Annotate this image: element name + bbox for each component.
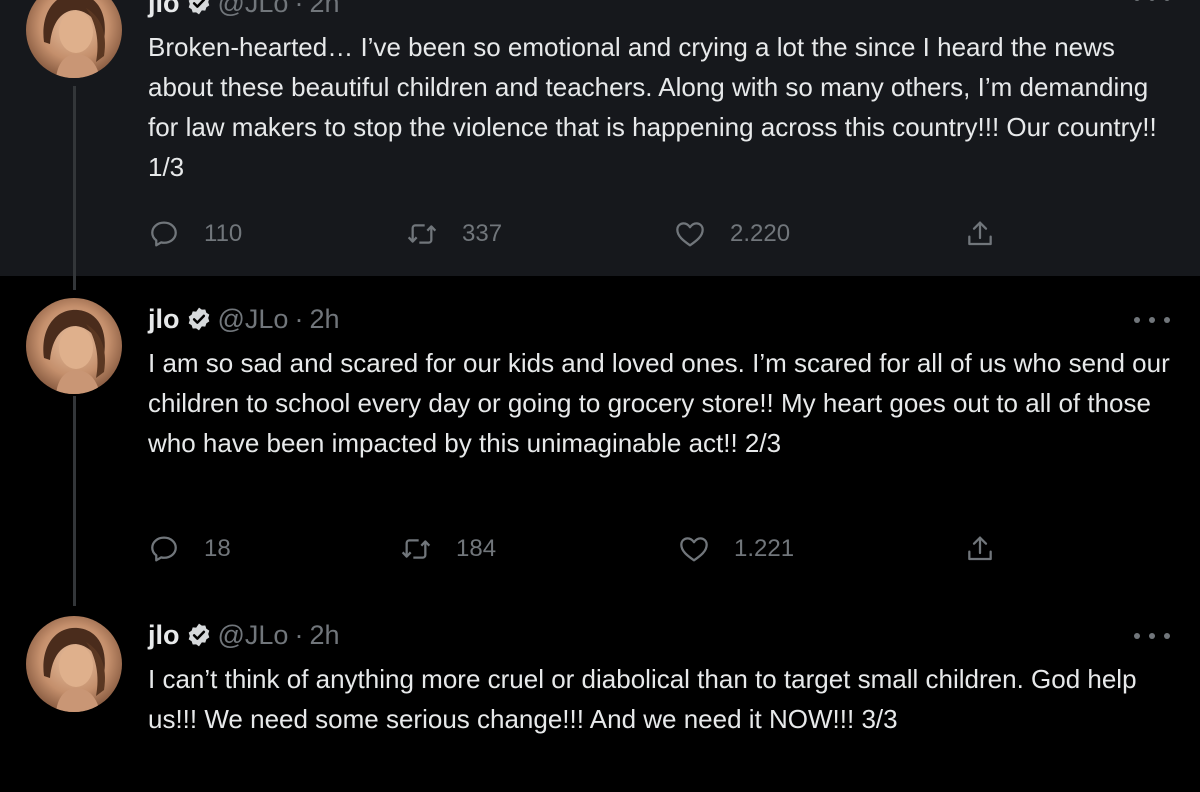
tweet-header: jlo @JLo · 2h (148, 618, 340, 652)
verified-badge-icon (186, 306, 212, 332)
more-icon[interactable] (1134, 0, 1170, 8)
timestamp[interactable]: 2h (309, 0, 339, 19)
share-icon (964, 533, 996, 565)
thread-connector (73, 86, 76, 290)
retweet-button[interactable]: 337 (406, 214, 502, 254)
retweet-button[interactable]: 184 (400, 529, 496, 569)
user-handle[interactable]: @JLo (218, 304, 289, 335)
verified-badge-icon (186, 0, 212, 16)
separator-dot: · (294, 0, 304, 18)
tweet-3[interactable]: jlo @JLo · 2h I can’t think of anything … (0, 594, 1200, 792)
reply-count: 18 (204, 535, 231, 562)
tweet-text: I am so sad and scared for our kids and … (148, 348, 1170, 458)
retweet-icon (400, 533, 432, 565)
tweet-header: jlo @JLo · 2h (148, 0, 340, 20)
tweet-text: Broken-hearted… I’ve been so emotional a… (148, 32, 1157, 182)
more-icon[interactable] (1134, 310, 1170, 330)
user-handle[interactable]: @JLo (218, 0, 289, 19)
separator-dot: · (294, 303, 304, 334)
like-count: 1.221 (734, 535, 795, 562)
retweet-count: 337 (462, 220, 503, 247)
share-icon (964, 218, 996, 250)
more-icon[interactable] (1134, 626, 1170, 646)
reply-count: 110 (204, 220, 243, 247)
avatar[interactable] (26, 0, 122, 78)
tweet-text: I can’t think of anything more cruel or … (148, 664, 1137, 734)
like-count: 2.220 (730, 220, 791, 247)
reply-button[interactable]: 18 (148, 529, 231, 569)
share-button[interactable] (964, 529, 996, 569)
heart-icon (678, 533, 710, 565)
avatar-image (26, 298, 122, 394)
retweet-icon (406, 218, 438, 250)
heart-icon (674, 218, 706, 250)
display-name[interactable]: jlo (148, 304, 180, 335)
tweet-2[interactable]: jlo @JLo · 2h I am so sad and scared for… (0, 276, 1200, 594)
tweet-actions: 110 337 2.220 (148, 214, 1008, 254)
display-name[interactable]: jlo (148, 620, 180, 651)
separator-dot: · (294, 619, 304, 650)
like-button[interactable]: 1.221 (678, 529, 794, 569)
tweet-actions: 18 184 1.221 (148, 529, 1008, 569)
reply-button[interactable]: 110 (148, 214, 242, 254)
share-button[interactable] (964, 214, 996, 254)
timestamp[interactable]: 2h (309, 304, 339, 335)
tweet-1[interactable]: jlo @JLo · 2h Broken-hearted… I’ve been … (0, 0, 1200, 276)
reply-icon (148, 533, 180, 565)
thread-connector (73, 396, 76, 606)
avatar-image (26, 0, 122, 78)
avatar-image (26, 616, 122, 712)
like-button[interactable]: 2.220 (674, 214, 790, 254)
timestamp[interactable]: 2h (309, 620, 339, 651)
tweet-header: jlo @JLo · 2h (148, 302, 340, 336)
verified-badge-icon (186, 622, 212, 648)
retweet-count: 184 (456, 535, 497, 562)
reply-icon (148, 218, 180, 250)
display-name[interactable]: jlo (148, 0, 180, 19)
avatar[interactable] (26, 616, 122, 712)
avatar[interactable] (26, 298, 122, 394)
user-handle[interactable]: @JLo (218, 620, 289, 651)
